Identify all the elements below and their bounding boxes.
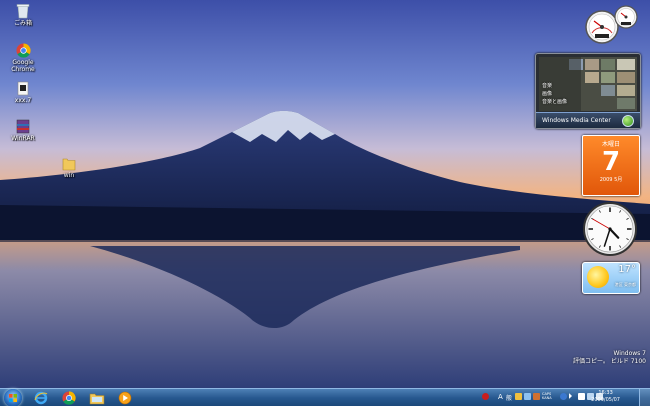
taskbar-explorer[interactable]	[86, 390, 108, 406]
desktop-icon-folder[interactable]: win	[47, 156, 91, 179]
taskbar: A 般 CAPS KANA 16:33 2009/05/07	[0, 388, 650, 406]
sunny-icon	[587, 266, 609, 288]
media-center-gadget[interactable]: 音楽 画像 音楽と画像 Windows Media Center	[535, 53, 641, 129]
media-player-icon	[118, 391, 132, 405]
explorer-icon	[89, 393, 105, 405]
folder-icon	[62, 158, 76, 171]
calendar-month: 2009 5月	[599, 177, 623, 183]
chrome-icon	[15, 43, 31, 58]
desktop-icon-label: Google Chrome	[11, 59, 35, 73]
show-desktop-button[interactable]	[639, 389, 650, 406]
cpu-meter-gadget[interactable]	[580, 3, 642, 45]
media-center-item-music-and-pictures[interactable]: 音楽と画像	[542, 98, 567, 105]
desktop-icon-chrome[interactable]: Google Chrome	[1, 43, 45, 73]
ime-pad-icon[interactable]	[515, 393, 522, 400]
file-icon	[17, 81, 29, 96]
help-icon[interactable]	[560, 393, 567, 400]
media-center-orb-icon	[622, 115, 634, 127]
notification-chevron-icon[interactable]	[569, 393, 572, 399]
watermark-build: 評価コピー。 ビルド 7100	[572, 358, 646, 365]
taskbar-chrome[interactable]	[58, 390, 80, 406]
taskbar-clock[interactable]: 16:33 2009/05/07	[591, 390, 620, 404]
taskbar-time: 16:33	[598, 390, 613, 396]
start-button[interactable]	[4, 389, 22, 406]
desktop-icon-label: xxx.7	[14, 97, 32, 104]
taskbar-internet-explorer[interactable]	[30, 390, 52, 406]
caps-kana-indicator: CAPS KANA	[542, 392, 552, 400]
chrome-icon	[62, 391, 76, 405]
taskbar-date: 2009/05/07	[591, 397, 620, 403]
ime-mode-2[interactable]: 般	[506, 393, 512, 402]
ime-tool-icon[interactable]	[524, 393, 531, 400]
media-center-title: Windows Media Center	[542, 117, 611, 124]
desktop-icon-label: win	[63, 172, 75, 179]
desktop-icon-recycle-bin[interactable]: ごみ箱	[1, 3, 45, 27]
windows-logo-icon	[9, 394, 17, 402]
desktop-icon-label: ごみ箱	[13, 20, 32, 27]
weather-location: 港区 東京都	[614, 282, 636, 287]
desktop-icon-winrar[interactable]: WinRAR	[1, 119, 45, 142]
watermark-os: Windows 7	[613, 350, 646, 357]
ime-language-icon[interactable]	[482, 393, 489, 400]
clock-gadget[interactable]	[582, 201, 638, 257]
evaluation-watermark: Windows 7 評価コピー。 ビルド 7100	[573, 350, 646, 366]
calendar-gadget[interactable]: 木曜日 7 2009 5月	[582, 135, 640, 196]
calendar-day: 7	[601, 147, 621, 177]
winrar-icon	[16, 119, 30, 134]
action-center-flag-icon[interactable]	[578, 393, 585, 400]
taskbar-media-player[interactable]	[114, 390, 136, 406]
media-center-item-pictures[interactable]: 画像	[542, 90, 552, 97]
media-center-item-music[interactable]: 音楽	[542, 82, 552, 89]
ime-mode[interactable]: A	[498, 393, 503, 401]
recycle-bin-icon	[16, 4, 30, 19]
weather-temperature: 17°	[618, 264, 636, 275]
internet-explorer-icon	[34, 391, 48, 405]
desktop[interactable]: ごみ箱 Google Chrome xxx.7 WinRAR win 音楽 画像…	[0, 0, 650, 406]
desktop-icon-file[interactable]: xxx.7	[1, 81, 45, 104]
ime-dictionary-icon[interactable]	[533, 393, 540, 400]
media-center-title-bar[interactable]: Windows Media Center	[536, 112, 640, 128]
desktop-icon-label: WinRAR	[11, 135, 35, 142]
weather-gadget[interactable]: 17° 港区 東京都	[582, 262, 640, 294]
